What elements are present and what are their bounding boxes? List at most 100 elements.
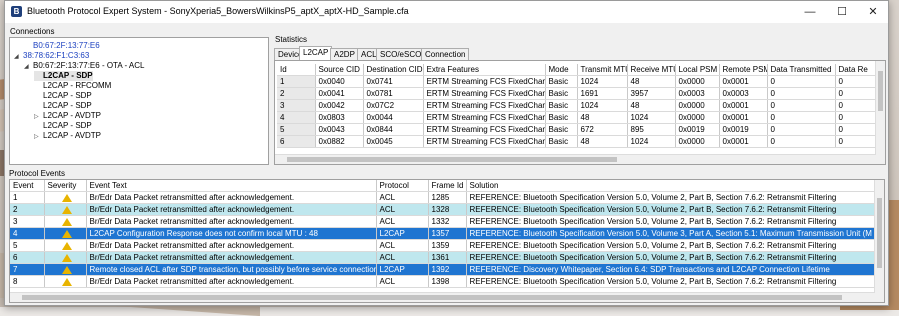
- event-protocol-cell: ACL: [376, 191, 429, 204]
- events-column-header[interactable]: Solution: [466, 180, 876, 192]
- l2cap-cell: 0x0882: [315, 135, 364, 148]
- warning-icon: [61, 217, 72, 226]
- expand-toggle-icon[interactable]: ▷: [34, 132, 43, 142]
- connection-tree-item[interactable]: L2CAP - SDP: [34, 91, 92, 101]
- events-column-header[interactable]: Event Text: [86, 180, 377, 192]
- expand-toggle-icon[interactable]: ◢: [24, 62, 33, 72]
- l2cap-horizontal-scrollbar[interactable]: [275, 154, 885, 164]
- l2cap-vertical-scrollbar[interactable]: [875, 61, 885, 155]
- events-column-header[interactable]: Event: [10, 180, 45, 192]
- event-frame-cell: 1357: [428, 227, 467, 240]
- event-frame-cell: 1332: [428, 215, 467, 228]
- events-column-header[interactable]: Protocol: [376, 180, 429, 192]
- event-protocol-cell: ACL: [376, 275, 429, 288]
- severity-cell: [44, 251, 87, 264]
- warning-icon: [61, 205, 72, 214]
- event-frame-cell: 1361: [428, 251, 467, 264]
- l2cap-vscroll-thumb[interactable]: [878, 71, 883, 111]
- l2cap-column-header[interactable]: Receive MTU: [627, 64, 676, 76]
- event-text-cell: Br/Edr Data Packet retransmitted after a…: [86, 251, 377, 264]
- event-solution-cell: REFERENCE: Discovery Whitepaper, Section…: [466, 263, 876, 276]
- l2cap-column-header[interactable]: Mode: [545, 64, 578, 76]
- event-frame-cell: 1392: [428, 263, 467, 276]
- connection-tree-item-label: B0:67:2F:13:77:E6: [33, 41, 100, 50]
- l2cap-cell: 0x0000: [675, 135, 720, 148]
- app-window: B Bluetooth Protocol Expert System - Son…: [4, 0, 889, 306]
- event-text-cell: Br/Edr Data Packet retransmitted after a…: [86, 203, 377, 216]
- l2cap-cell: Basic: [545, 123, 578, 136]
- l2cap-column-header[interactable]: Destination CID: [363, 64, 424, 76]
- event-solution-cell: REFERENCE: Bluetooth Specification Versi…: [466, 251, 876, 264]
- connection-tree-item[interactable]: L2CAP - RFCOMM: [34, 81, 111, 91]
- l2cap-table: Id Source CID Destination CID Extra Feature…: [277, 64, 884, 148]
- event-protocol-cell: L2CAP: [376, 263, 429, 276]
- events-column-header[interactable]: Frame Id: [428, 180, 467, 192]
- event-row[interactable]: 7 Remote closed ACL after SDP transaction…: [10, 263, 876, 276]
- minimize-button[interactable]: —: [795, 3, 825, 21]
- l2cap-column-header[interactable]: Extra Features: [423, 64, 546, 76]
- event-row[interactable]: 3 Br/Edr Data Packet retransmitted after …: [10, 215, 876, 228]
- l2cap-cell: 672: [577, 123, 628, 136]
- l2cap-cell: 4: [277, 111, 316, 124]
- events-horizontal-scrollbar[interactable]: [10, 292, 884, 302]
- event-row[interactable]: 4 L2CAP Configuration Response does not c…: [10, 227, 876, 240]
- l2cap-table-row[interactable]: 4 0x0803 0x0044 ERTM Streaming FCS FixedCha…: [277, 111, 884, 124]
- l2cap-cell: 1: [277, 75, 316, 88]
- event-event-cell: 2: [10, 203, 45, 216]
- expand-toggle-icon[interactable]: ◢: [14, 52, 23, 62]
- event-solution-cell: REFERENCE: Bluetooth Specification Versi…: [466, 239, 876, 252]
- warning-icon: [61, 277, 72, 286]
- l2cap-column-header[interactable]: Remote PSM: [719, 64, 768, 76]
- l2cap-cell: 1024: [577, 75, 628, 88]
- connection-tree-item[interactable]: L2CAP - SDP: [34, 101, 92, 111]
- l2cap-column-header[interactable]: Transmit MTU: [577, 64, 628, 76]
- connection-tree-item[interactable]: L2CAP - SDP: [34, 71, 93, 81]
- severity-cell: [44, 263, 87, 276]
- l2cap-table-row[interactable]: 3 0x0042 0x07C2 ERTM Streaming FCS FixedCha…: [277, 99, 884, 112]
- l2cap-scroll-thumb[interactable]: [287, 157, 617, 162]
- l2cap-column-header[interactable]: Id: [277, 64, 316, 76]
- event-protocol-cell: ACL: [376, 215, 429, 228]
- event-event-cell: 3: [10, 215, 45, 228]
- l2cap-cell: 0x0803: [315, 111, 364, 124]
- connection-tree-item[interactable]: ▷ L2CAP - AVDTP: [34, 131, 101, 141]
- close-button[interactable]: ✕: [858, 3, 888, 21]
- event-text-cell: Br/Edr Data Packet retransmitted after a…: [86, 215, 377, 228]
- event-frame-cell: 1398: [428, 275, 467, 288]
- connection-tree-item[interactable]: B0:67:2F:13:77:E6: [24, 41, 100, 51]
- l2cap-table-panel: Id Source CID Destination CID Extra Feature…: [274, 60, 886, 165]
- connection-tree-item[interactable]: L2CAP - SDP: [34, 121, 92, 131]
- connection-tree-item[interactable]: ◢ B0:67:2F:13:77:E6 - OTA - ACL: [24, 61, 144, 71]
- connections-tree[interactable]: B0:67:2F:13:77:E6 ◢ 38:78:62:F1:C3:63 ◢ B0:6…: [9, 37, 269, 165]
- l2cap-column-header[interactable]: Local PSM: [675, 64, 720, 76]
- maximize-button[interactable]: ☐: [827, 3, 857, 21]
- events-scroll-thumb[interactable]: [22, 295, 842, 300]
- l2cap-cell: 0x0045: [363, 135, 424, 148]
- events-column-header[interactable]: Severity: [44, 180, 87, 192]
- connection-tree-item-label: L2CAP - RFCOMM: [43, 81, 112, 90]
- event-row[interactable]: 5 Br/Edr Data Packet retransmitted after …: [10, 239, 876, 252]
- l2cap-table-row[interactable]: 2 0x0041 0x0781 ERTM Streaming FCS FixedCha…: [277, 87, 884, 100]
- event-row[interactable]: 6 Br/Edr Data Packet retransmitted after …: [10, 251, 876, 264]
- l2cap-cell: 48: [627, 75, 676, 88]
- title-bar: B Bluetooth Protocol Expert System - Son…: [5, 1, 888, 23]
- l2cap-table-row[interactable]: 5 0x0043 0x0844 ERTM Streaming FCS FixedCha…: [277, 123, 884, 136]
- events-vscroll-thumb[interactable]: [877, 198, 882, 268]
- connection-tree-item[interactable]: ▷ L2CAP - AVDTP: [34, 111, 101, 121]
- events-vertical-scrollbar[interactable]: [874, 180, 884, 293]
- l2cap-cell: 0x0000: [675, 99, 720, 112]
- l2cap-column-header[interactable]: Data Transmitted: [767, 64, 836, 76]
- l2cap-cell: 1024: [627, 135, 676, 148]
- l2cap-cell: 3: [277, 99, 316, 112]
- event-row[interactable]: 8 Br/Edr Data Packet retransmitted after …: [10, 275, 876, 288]
- l2cap-cell: 0: [767, 123, 836, 136]
- event-row[interactable]: 1 Br/Edr Data Packet retransmitted after …: [10, 191, 876, 204]
- l2cap-table-row[interactable]: 6 0x0882 0x0045 ERTM Streaming FCS FixedCha…: [277, 135, 884, 148]
- connection-tree-item[interactable]: ◢ 38:78:62:F1:C3:63: [14, 51, 89, 61]
- l2cap-cell: 0: [767, 99, 836, 112]
- l2cap-column-header[interactable]: Source CID: [315, 64, 364, 76]
- event-text-cell: Br/Edr Data Packet retransmitted after a…: [86, 275, 377, 288]
- event-row[interactable]: 2 Br/Edr Data Packet retransmitted after …: [10, 203, 876, 216]
- warning-icon: [61, 229, 72, 238]
- l2cap-table-row[interactable]: 1 0x0040 0x0741 ERTM Streaming FCS FixedCha…: [277, 75, 884, 88]
